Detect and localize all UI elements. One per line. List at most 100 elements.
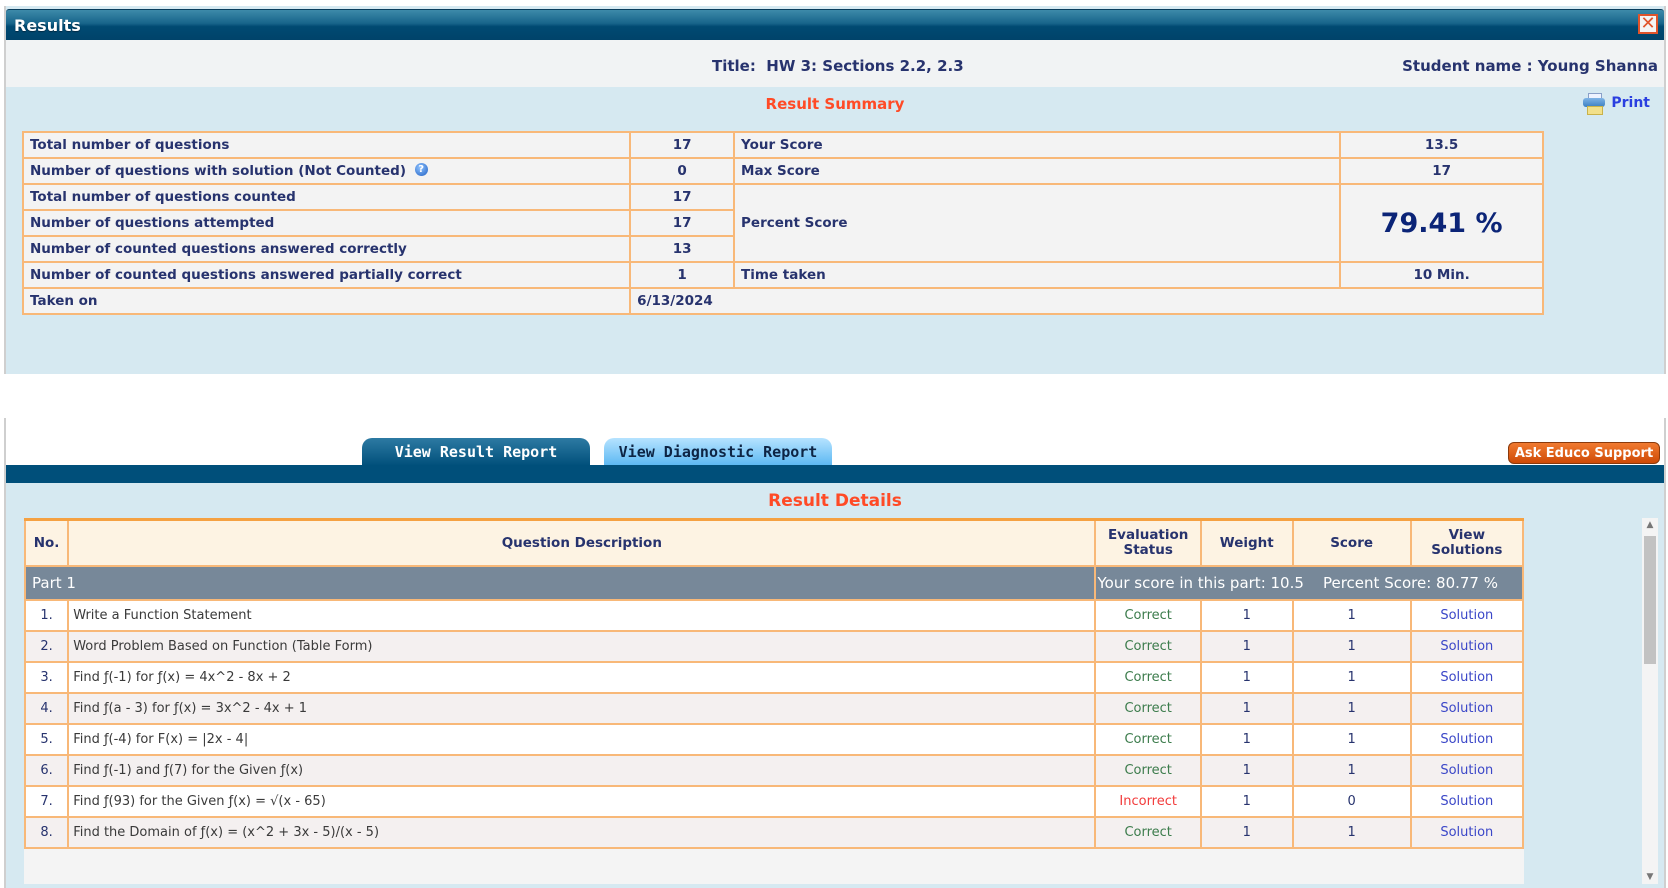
evaluation-status: Correct bbox=[1094, 723, 1202, 756]
col-header-solutions: View Solutions bbox=[1409, 518, 1524, 567]
question-number: 8. bbox=[24, 816, 70, 849]
summary-label: Number of questions attempted bbox=[21, 209, 632, 237]
question-number: 6. bbox=[24, 754, 70, 787]
vertical-scrollbar[interactable]: ▲ ▼ bbox=[1642, 518, 1658, 884]
summary-label: Total number of questions bbox=[21, 131, 632, 159]
question-description: Write a Function Statement bbox=[67, 599, 1097, 632]
question-weight: 1 bbox=[1199, 785, 1294, 818]
print-label: Print bbox=[1611, 95, 1650, 111]
tab-view-diagnostic-report[interactable]: View Diagnostic Report bbox=[604, 438, 832, 466]
table-row: 8. Find the Domain of ƒ(x) = (x^2 + 3x - … bbox=[24, 816, 1524, 849]
question-description: Find ƒ(-4) for F(x) = |2x - 4| bbox=[67, 723, 1097, 756]
summary-row: Number of questions with solution (Not C… bbox=[21, 157, 1544, 185]
summary-label: Number of counted questions answered par… bbox=[21, 261, 632, 289]
time-taken-label: Time taken bbox=[733, 261, 1342, 289]
scroll-up-arrow-icon[interactable]: ▲ bbox=[1642, 518, 1658, 532]
ask-educo-support-button[interactable]: Ask Educo Support bbox=[1508, 442, 1660, 464]
question-description: Find ƒ(a - 3) for ƒ(x) = 3x^2 - 4x + 1 bbox=[67, 692, 1097, 725]
table-row: 7. Find ƒ(93) for the Given ƒ(x) = √(x - … bbox=[24, 785, 1524, 818]
percent-score-value: 79.41 % bbox=[1339, 183, 1544, 263]
question-score: 1 bbox=[1291, 692, 1412, 725]
question-number: 5. bbox=[24, 723, 70, 756]
evaluation-status: Correct bbox=[1094, 661, 1202, 694]
question-description: Find ƒ(-1) for ƒ(x) = 4x^2 - 8x + 2 bbox=[67, 661, 1097, 694]
student-name: Student name : Young Shanna bbox=[1402, 57, 1658, 75]
table-header-row: No. Question Description Evaluation Stat… bbox=[24, 518, 1524, 567]
table-row: 3. Find ƒ(-1) for ƒ(x) = 4x^2 - 8x + 2 Cor… bbox=[24, 661, 1524, 694]
report-panel: View Result Report View Diagnostic Repor… bbox=[4, 418, 1666, 888]
part-row: Part 1 Your score in this part: 10.5 Per… bbox=[24, 565, 1524, 601]
table-row: 2. Word Problem Based on Function (Table … bbox=[24, 630, 1524, 663]
evaluation-status: Correct bbox=[1094, 630, 1202, 663]
summary-value: 0 bbox=[629, 157, 736, 185]
your-score-value: 13.5 bbox=[1339, 131, 1544, 159]
question-number: 7. bbox=[24, 785, 70, 818]
table-row: 1. Write a Function Statement Correct 1 1 Sol… bbox=[24, 599, 1524, 632]
question-weight: 1 bbox=[1199, 599, 1294, 632]
col-header-solutions-line1: View bbox=[1448, 527, 1486, 543]
result-details-area: Result Details No. Question Description … bbox=[6, 483, 1664, 888]
solution-link[interactable]: Solution bbox=[1409, 785, 1524, 818]
dialog-titlebar: Results ✕ bbox=[6, 9, 1664, 40]
percent-score-label: Percent Score bbox=[733, 183, 1342, 263]
question-number: 4. bbox=[24, 692, 70, 725]
solution-link[interactable]: Solution bbox=[1409, 723, 1524, 756]
solution-link[interactable]: Solution bbox=[1409, 599, 1524, 632]
result-summary-heading: Result Summary bbox=[765, 95, 905, 113]
summary-label: Total number of questions counted bbox=[21, 183, 632, 211]
question-weight: 1 bbox=[1199, 754, 1294, 787]
evaluation-status: Correct bbox=[1094, 816, 1202, 849]
question-description: Find ƒ(93) for the Given ƒ(x) = √(x - 65… bbox=[67, 785, 1097, 818]
result-details-table: No. Question Description Evaluation Stat… bbox=[24, 518, 1524, 849]
solution-link[interactable]: Solution bbox=[1409, 630, 1524, 663]
question-score: 0 bbox=[1291, 785, 1412, 818]
col-header-status-line1: Evaluation bbox=[1107, 527, 1189, 543]
summary-header: Result Summary Print bbox=[6, 87, 1664, 127]
result-summary-table: Total number of questions 17 Your Score … bbox=[21, 131, 1544, 315]
question-number: 2. bbox=[24, 630, 70, 663]
question-description: Word Problem Based on Function (Table Fo… bbox=[67, 630, 1097, 663]
question-weight: 1 bbox=[1199, 630, 1294, 663]
col-header-score: Score bbox=[1291, 518, 1412, 567]
scroll-down-arrow-icon[interactable]: ▼ bbox=[1642, 870, 1658, 884]
question-score: 1 bbox=[1291, 661, 1412, 694]
tab-view-result-report[interactable]: View Result Report bbox=[362, 438, 590, 466]
col-header-weight: Weight bbox=[1199, 518, 1294, 567]
solution-link[interactable]: Solution bbox=[1409, 661, 1524, 694]
results-dialog: Results ✕ Title: HW 3: Sections 2.2, 2.3… bbox=[4, 6, 1666, 374]
question-score: 1 bbox=[1291, 816, 1412, 849]
question-description: Find the Domain of ƒ(x) = (x^2 + 3x - 5)… bbox=[67, 816, 1097, 849]
summary-value: 17 bbox=[629, 183, 736, 211]
result-details-scroll: No. Question Description Evaluation Stat… bbox=[24, 518, 1524, 884]
summary-row: Total number of questions counted 17 Per… bbox=[21, 183, 1544, 263]
max-score-value: 17 bbox=[1339, 157, 1544, 185]
print-button[interactable]: Print bbox=[1583, 93, 1650, 115]
solution-link[interactable]: Solution bbox=[1409, 692, 1524, 725]
question-score: 1 bbox=[1291, 723, 1412, 756]
summary-row: Total number of questions 17 Your Score … bbox=[21, 131, 1544, 159]
question-circle-icon[interactable]: ? bbox=[414, 163, 428, 176]
scrollbar-thumb[interactable] bbox=[1644, 536, 1656, 664]
evaluation-status: Correct bbox=[1094, 692, 1202, 725]
col-header-status-line2: Status bbox=[1123, 542, 1173, 558]
taken-on-value: 6/13/2024 bbox=[629, 287, 1544, 315]
col-header-status: Evaluation Status bbox=[1094, 518, 1202, 567]
printer-icon bbox=[1583, 93, 1606, 115]
summary-label: Taken on bbox=[21, 287, 632, 315]
solution-link[interactable]: Solution bbox=[1409, 816, 1524, 849]
table-row: 5. Find ƒ(-4) for F(x) = |2x - 4| Correct 1… bbox=[24, 723, 1524, 756]
evaluation-status: Incorrect bbox=[1094, 785, 1202, 818]
question-score: 1 bbox=[1291, 630, 1412, 663]
close-icon[interactable]: ✕ bbox=[1638, 14, 1658, 34]
solution-link[interactable]: Solution bbox=[1409, 754, 1524, 787]
summary-label-text: Number of questions with solution (Not C… bbox=[30, 163, 406, 179]
dialog-title: Results bbox=[14, 16, 81, 35]
info-row: Title: HW 3: Sections 2.2, 2.3 Student n… bbox=[6, 40, 1664, 87]
max-score-label: Max Score bbox=[733, 157, 1342, 185]
summary-value: 13 bbox=[629, 235, 736, 263]
col-header-no: No. bbox=[24, 518, 70, 567]
summary-label: Number of questions with solution (Not C… bbox=[21, 157, 632, 185]
question-weight: 1 bbox=[1199, 723, 1294, 756]
tabs-strip bbox=[6, 465, 1664, 483]
question-number: 3. bbox=[24, 661, 70, 694]
